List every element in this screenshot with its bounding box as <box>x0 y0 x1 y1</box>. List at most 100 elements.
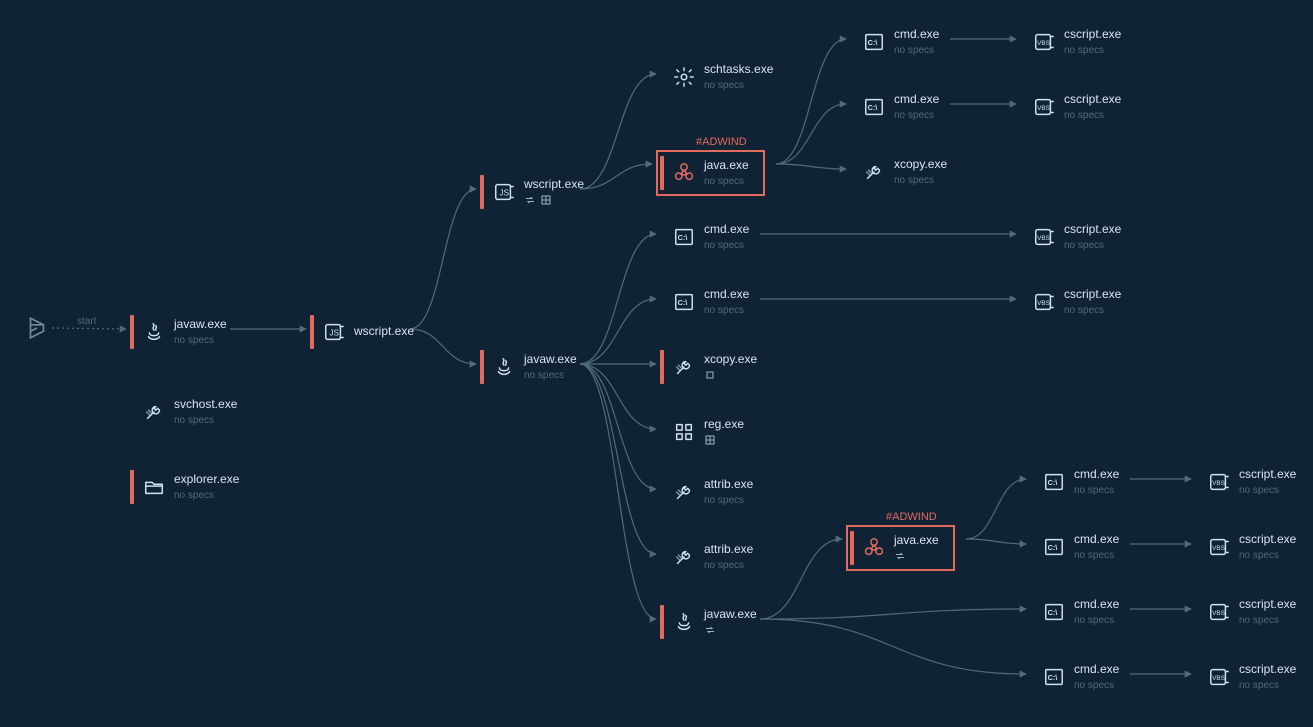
node-name: cmd.exe <box>1074 663 1119 676</box>
process-node-java_mal2[interactable]: #ADWIND java.exe <box>846 525 955 571</box>
process-node-wscript2[interactable]: JS wscript.exe <box>480 175 584 209</box>
process-node-schtasks[interactable]: schtasks.exe no specs <box>660 60 773 94</box>
node-name: cscript.exe <box>1239 598 1296 611</box>
process-node-svchost[interactable]: svchost.exe no specs <box>130 395 237 429</box>
cmd-icon: C:\ <box>862 95 886 119</box>
node-sub: no specs <box>1239 550 1296 561</box>
wrench-icon <box>142 400 166 424</box>
edge-javaw2-reg <box>580 364 656 429</box>
process-node-cscript_d3[interactable]: VBS cscript.exe no specs <box>1195 595 1296 629</box>
severity-mark <box>1030 595 1034 629</box>
node-sub: no specs <box>704 495 753 506</box>
process-node-explorer[interactable]: explorer.exe no specs <box>130 470 239 504</box>
start-label: start <box>77 316 96 327</box>
node-name: cmd.exe <box>1074 533 1119 546</box>
node-sub: no specs <box>1074 615 1119 626</box>
node-name: cscript.exe <box>1239 533 1296 546</box>
cmd-icon: C:\ <box>1042 535 1066 559</box>
edge-javaw2-cmd_b1 <box>580 234 656 364</box>
node-sub: no specs <box>704 176 749 187</box>
process-node-cmd_d1[interactable]: C:\ cmd.exe no specs <box>1030 465 1119 499</box>
node-sub: no specs <box>1239 485 1296 496</box>
svg-text:JS: JS <box>499 189 509 198</box>
grid-icon <box>672 420 696 444</box>
process-node-java_mal1[interactable]: #ADWIND java.exe no specs <box>656 150 765 196</box>
node-name: cmd.exe <box>1074 468 1119 481</box>
edge-javaw3-cmd_d3 <box>760 609 1026 619</box>
svg-text:C:\: C:\ <box>1048 478 1058 487</box>
process-node-cscript_d4[interactable]: VBS cscript.exe no specs <box>1195 660 1296 694</box>
process-node-reg[interactable]: reg.exe <box>660 415 744 449</box>
node-name: reg.exe <box>704 418 744 431</box>
process-node-cscript_d2[interactable]: VBS cscript.exe no specs <box>1195 530 1296 564</box>
vbs-icon: VBS <box>1207 470 1231 494</box>
vbs-icon: VBS <box>1032 290 1056 314</box>
cmd-icon: C:\ <box>862 30 886 54</box>
edge-wscript1-javaw2 <box>410 329 476 364</box>
java-icon <box>142 320 166 344</box>
wrench-icon <box>672 545 696 569</box>
process-node-cmd_b2[interactable]: C:\ cmd.exe no specs <box>660 285 749 319</box>
process-node-attrib2[interactable]: attrib.exe no specs <box>660 540 753 574</box>
node-sub: no specs <box>704 305 749 316</box>
edge-javaw3-java_mal2 <box>760 539 842 619</box>
node-name: cmd.exe <box>704 223 749 236</box>
severity-mark <box>1030 530 1034 564</box>
node-name: javaw.exe <box>524 353 577 366</box>
svg-text:C:\: C:\ <box>868 38 878 47</box>
node-sub: no specs <box>704 560 753 571</box>
svg-text:VBS: VBS <box>1212 675 1225 682</box>
node-name: xcopy.exe <box>704 353 757 366</box>
process-node-cmd_d4[interactable]: C:\ cmd.exe no specs <box>1030 660 1119 694</box>
process-node-xcopy2[interactable]: xcopy.exe no specs <box>850 155 947 189</box>
process-node-cmd_d2[interactable]: C:\ cmd.exe no specs <box>1030 530 1119 564</box>
node-sub: no specs <box>1239 680 1296 691</box>
vbs-icon: VBS <box>1032 225 1056 249</box>
process-node-wscript1[interactable]: JS wscript.exe <box>310 315 414 349</box>
severity-mark <box>1030 465 1034 499</box>
process-node-cmd_d3[interactable]: C:\ cmd.exe no specs <box>1030 595 1119 629</box>
severity-mark <box>850 531 854 565</box>
process-node-cscript_c1[interactable]: VBS cscript.exe no specs <box>1020 25 1121 59</box>
process-node-cscript_b1[interactable]: VBS cscript.exe no specs <box>1020 220 1121 254</box>
node-sub: no specs <box>894 175 947 186</box>
node-name: wscript.exe <box>524 178 584 191</box>
process-node-xcopy1[interactable]: xcopy.exe <box>660 350 757 384</box>
process-node-cmd_c2[interactable]: C:\ cmd.exe no specs <box>850 90 939 124</box>
java-icon <box>672 610 696 634</box>
vbs-icon: VBS <box>1207 600 1231 624</box>
severity-mark <box>480 175 484 209</box>
edge-java_mal2-cmd_d2 <box>966 539 1026 544</box>
svg-text:C:\: C:\ <box>868 103 878 112</box>
root-icon[interactable] <box>24 315 50 346</box>
svg-text:C:\: C:\ <box>678 298 688 307</box>
edge-javaw3-cmd_d4 <box>760 619 1026 674</box>
vbs-icon: VBS <box>1207 665 1231 689</box>
process-node-cscript_d1[interactable]: VBS cscript.exe no specs <box>1195 465 1296 499</box>
gear-icon <box>672 65 696 89</box>
process-node-javaw1[interactable]: javaw.exe no specs <box>130 315 227 349</box>
process-node-cmd_c1[interactable]: C:\ cmd.exe no specs <box>850 25 939 59</box>
process-node-javaw2[interactable]: javaw.exe no specs <box>480 350 577 384</box>
severity-mark <box>1020 25 1024 59</box>
process-node-cmd_b1[interactable]: C:\ cmd.exe no specs <box>660 220 749 254</box>
node-sub: no specs <box>1064 110 1121 121</box>
cmd-icon: C:\ <box>672 290 696 314</box>
node-name: cmd.exe <box>1074 598 1119 611</box>
node-name: javaw.exe <box>704 608 757 621</box>
malware-tag: #ADWIND <box>696 136 747 148</box>
edge-java_mal2-cmd_d1 <box>966 479 1026 539</box>
svg-text:VBS: VBS <box>1037 235 1050 242</box>
process-node-cscript_b2[interactable]: VBS cscript.exe no specs <box>1020 285 1121 319</box>
process-node-cscript_c2[interactable]: VBS cscript.exe no specs <box>1020 90 1121 124</box>
severity-mark <box>1020 285 1024 319</box>
edge-javaw2-attrib2 <box>580 364 656 554</box>
cmd-icon: C:\ <box>1042 600 1066 624</box>
process-node-javaw3[interactable]: javaw.exe <box>660 605 757 639</box>
severity-mark <box>660 156 664 190</box>
edge-javaw2-javaw3 <box>580 364 656 619</box>
process-node-attrib1[interactable]: attrib.exe no specs <box>660 475 753 509</box>
process-tree-canvas[interactable]: start javaw.exe no specs svchost.exe no … <box>0 0 1313 727</box>
node-subicons <box>524 194 584 206</box>
severity-mark <box>660 540 664 574</box>
